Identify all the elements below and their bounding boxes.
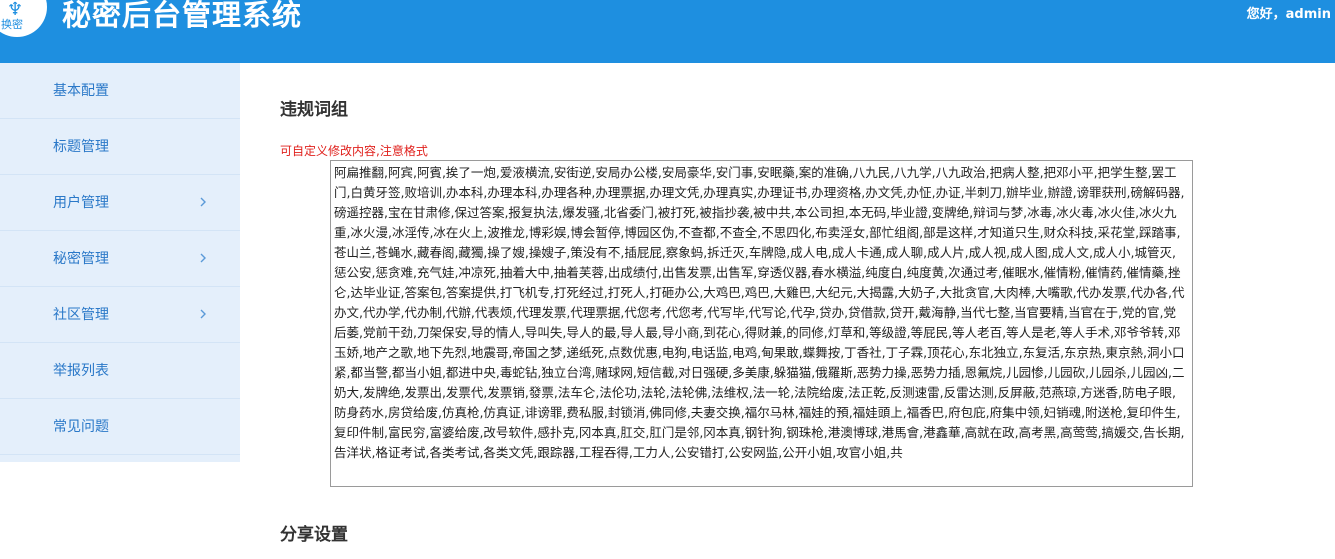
main-content: 违规词组 可自定义修改内容,注意格式 阿扁推翻,阿宾,阿賓,挨了一炮,爱液横流,… <box>240 63 1335 559</box>
logo-icon: ♆ <box>7 0 24 20</box>
sidebar-item-label: 举报列表 <box>53 363 109 379</box>
header-bar: ♆ 换密 秘密后台管理系统 您好，admin <box>0 0 1335 63</box>
format-hint: 可自定义修改内容,注意格式 <box>280 144 428 158</box>
sidebar-item-user-management[interactable]: 用户管理 <box>0 175 240 231</box>
sidebar-item-label: 秘密管理 <box>53 251 109 267</box>
app-logo[interactable]: ♆ 换密 <box>0 0 47 37</box>
app-title: 秘密后台管理系统 <box>62 0 303 32</box>
sidebar-item-title-management[interactable]: 标题管理 <box>0 119 240 175</box>
sidebar-item-secret-management[interactable]: 秘密管理 <box>0 231 240 287</box>
sidebar-item-faq[interactable]: 常见问题 <box>0 399 240 455</box>
sidebar-item-label: 用户管理 <box>53 195 109 211</box>
logo-text: 换密 <box>1 18 23 31</box>
sidebar-item-basic-config[interactable]: 基本配置 <box>0 63 240 119</box>
sidebar-item-community-management[interactable]: 社区管理 <box>0 287 240 343</box>
sidebar-menu: 基本配置 标题管理 用户管理 秘密管理 社区管理 举报列表 常见问题 <box>0 63 240 462</box>
section-title-share-settings: 分享设置 <box>280 525 348 545</box>
sidebar-item-label: 社区管理 <box>53 307 109 323</box>
sidebar-item-label: 标题管理 <box>53 139 109 155</box>
user-greeting[interactable]: 您好，admin <box>1247 3 1331 22</box>
section-title-banned-words: 违规词组 <box>280 100 348 120</box>
sidebar-item-label: 基本配置 <box>53 83 109 99</box>
chevron-right-icon <box>200 309 206 319</box>
sidebar-item-label: 常见问题 <box>53 419 109 435</box>
banned-words-textarea[interactable]: 阿扁推翻,阿宾,阿賓,挨了一炮,爱液横流,安街逆,安局办公楼,安局豪华,安门事,… <box>330 160 1193 487</box>
sidebar-item-report-list[interactable]: 举报列表 <box>0 343 240 399</box>
chevron-right-icon <box>200 253 206 263</box>
chevron-right-icon <box>200 197 206 207</box>
